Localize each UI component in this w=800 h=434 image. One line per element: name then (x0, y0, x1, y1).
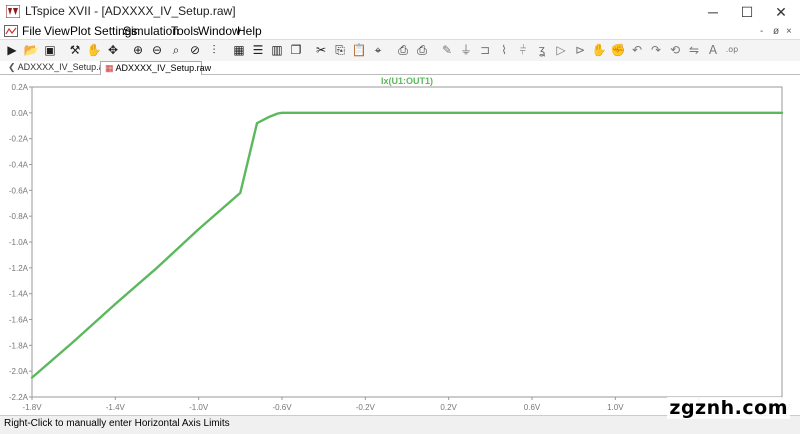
open-icon[interactable]: 📂 (23, 42, 39, 58)
y-tick-label: -1.8A (9, 341, 29, 350)
close-button[interactable]: ✕ (765, 0, 797, 24)
rotate-icon[interactable]: ⟲ (667, 42, 683, 58)
label-icon[interactable]: ⊐ (477, 42, 493, 58)
menu-bar: File View Plot Settings Simulation Tools… (0, 24, 800, 39)
wire-icon[interactable]: ✎ (439, 42, 455, 58)
menu-tools[interactable]: Tools (171, 24, 199, 39)
halt-icon[interactable]: ✋ (86, 42, 102, 58)
text-icon[interactable]: A (705, 42, 721, 58)
x-tick-label: -1.8V (22, 403, 42, 412)
cascade-icon[interactable]: ❐ (288, 42, 304, 58)
zoom-in-icon[interactable]: ⊕ (130, 42, 146, 58)
print-setup-icon[interactable]: ⎙ (414, 42, 430, 58)
plot-frame (31, 86, 783, 398)
paste-icon[interactable]: 📋 (351, 42, 367, 58)
schematic-tab-icon: ❮ (8, 62, 16, 72)
series-line-0 (30, 111, 784, 379)
ltspice-logo-icon (6, 5, 20, 18)
tab-schematic[interactable]: ❮ ADXXXX_IV_Setup.asc (4, 61, 113, 74)
watermark: zgznh.com (667, 397, 790, 419)
print-icon[interactable]: ⎙ (395, 42, 411, 58)
tile-vertical-icon[interactable]: ▥ (269, 42, 285, 58)
pan-icon[interactable]: ✥ (105, 42, 121, 58)
y-tick-label: -0.4A (9, 161, 29, 170)
cut-icon[interactable]: ✂ (313, 42, 329, 58)
maximize-button[interactable]: ☐ (731, 0, 763, 24)
tile-horizontal-icon[interactable]: ☰ (250, 42, 266, 58)
diode-icon[interactable]: ▷ (553, 42, 569, 58)
x-tick-label: -1.0V (189, 403, 209, 412)
x-tick-label: 0.2V (440, 403, 457, 412)
toolbar: ▶ 📂 ▣ ⚒ ✋ ✥ ⊕ ⊖ ⌕ ⊘ ⫶ ▦ ☰ ▥ ❐ ✂ ⎘ 📋 ⌖ ⎙ ⎙ ✎ ⏚ ⊐ ⌇ ⫩ ʓ ▷ ⊳ ✋ ✊ ↶ ↷ ⟲ ⇋ A .op (0, 39, 800, 62)
status-text: Right-Click to manually enter Horizontal… (4, 418, 230, 429)
waveform-doc-icon[interactable] (4, 25, 18, 37)
run-icon[interactable]: ▶ (4, 42, 20, 58)
y-tick-label: 0.0A (12, 109, 29, 118)
zoom-fit-icon[interactable]: ⌕ (168, 42, 184, 58)
resistor-icon[interactable]: ⌇ (496, 42, 512, 58)
autorange-icon[interactable]: ⫶ (206, 42, 222, 58)
drag-icon[interactable]: ✊ (610, 42, 626, 58)
waveform-tab-icon: ▦ (105, 63, 114, 73)
menu-view[interactable]: View (44, 24, 70, 39)
y-tick-label: -2.0A (9, 367, 29, 376)
x-tick-label: -0.2V (356, 403, 376, 412)
inductor-icon[interactable]: ʓ (534, 42, 550, 58)
y-tick-label: -0.2A (9, 135, 29, 144)
control-panel-icon[interactable]: ⚒ (67, 42, 83, 58)
x-tick-label: -0.6V (272, 403, 292, 412)
mdi-restore-button[interactable]: ø (773, 24, 779, 39)
menu-file[interactable]: File (22, 24, 41, 39)
save-icon[interactable]: ▣ (42, 42, 58, 58)
undo-icon[interactable]: ↶ (629, 42, 645, 58)
y-tick-label: 0.2A (12, 83, 29, 92)
trace-title: Ix(U1:OUT1) (381, 76, 433, 86)
y-tick-label: -0.6A (9, 186, 29, 195)
tab-schematic-label: ADXXXX_IV_Setup.asc (17, 62, 113, 72)
mirror-icon[interactable]: ⇋ (686, 42, 702, 58)
spice-directive-icon[interactable]: .op (724, 42, 740, 58)
redo-icon[interactable]: ↷ (648, 42, 664, 58)
ground-icon[interactable]: ⏚ (458, 42, 474, 58)
y-tick-label: -1.0A (9, 238, 29, 247)
minimize-button[interactable]: ─ (697, 0, 729, 24)
x-tick-label: 0.6V (524, 403, 541, 412)
window-title: LTspice XVII - [ADXXXX_IV_Setup.raw] (25, 4, 236, 18)
y-tick-label: -0.8A (9, 212, 29, 221)
waveform-chart[interactable]: Ix(U1:OUT1) 0.2A 0.0A -0.2A -0.4A -0.6A -0.8A -… (0, 75, 800, 415)
menu-window[interactable]: Window (198, 24, 241, 39)
mdi-minimize-button[interactable]: - (760, 24, 763, 39)
find-icon[interactable]: ⌖ (370, 42, 386, 58)
y-tick-label: -1.6A (9, 316, 29, 325)
x-tick-label: -1.4V (106, 403, 126, 412)
y-tick-label: -1.2A (9, 264, 29, 273)
menu-help[interactable]: Help (237, 24, 262, 39)
x-tick-label: 1.0V (607, 403, 624, 412)
waveform-plot-pane[interactable]: Ix(U1:OUT1) 0.2A 0.0A -0.2A -0.4A -0.6A -0.8A -… (0, 75, 800, 415)
capacitor-icon[interactable]: ⫩ (515, 42, 531, 58)
title-bar: LTspice XVII - [ADXXXX_IV_Setup.raw] ─ ☐… (0, 0, 800, 24)
grid-icon[interactable]: ▦ (231, 42, 247, 58)
zoom-out-icon[interactable]: ⊖ (149, 42, 165, 58)
copy-icon[interactable]: ⎘ (332, 42, 348, 58)
y-tick-label: -2.2A (9, 393, 29, 402)
move-icon[interactable]: ✋ (591, 42, 607, 58)
document-tab-bar: ❮ ADXXXX_IV_Setup.asc ▦ ADXXXX_IV_Setup.… (0, 61, 800, 75)
component-icon[interactable]: ⊳ (572, 42, 588, 58)
mdi-close-button[interactable]: × (786, 24, 792, 39)
tab-waveform-label: ADXXXX_IV_Setup.raw (115, 63, 212, 73)
zoom-cancel-icon[interactable]: ⊘ (187, 42, 203, 58)
y-tick-label: -1.4A (9, 290, 29, 299)
tab-waveform[interactable]: ▦ ADXXXX_IV_Setup.raw (100, 61, 211, 75)
